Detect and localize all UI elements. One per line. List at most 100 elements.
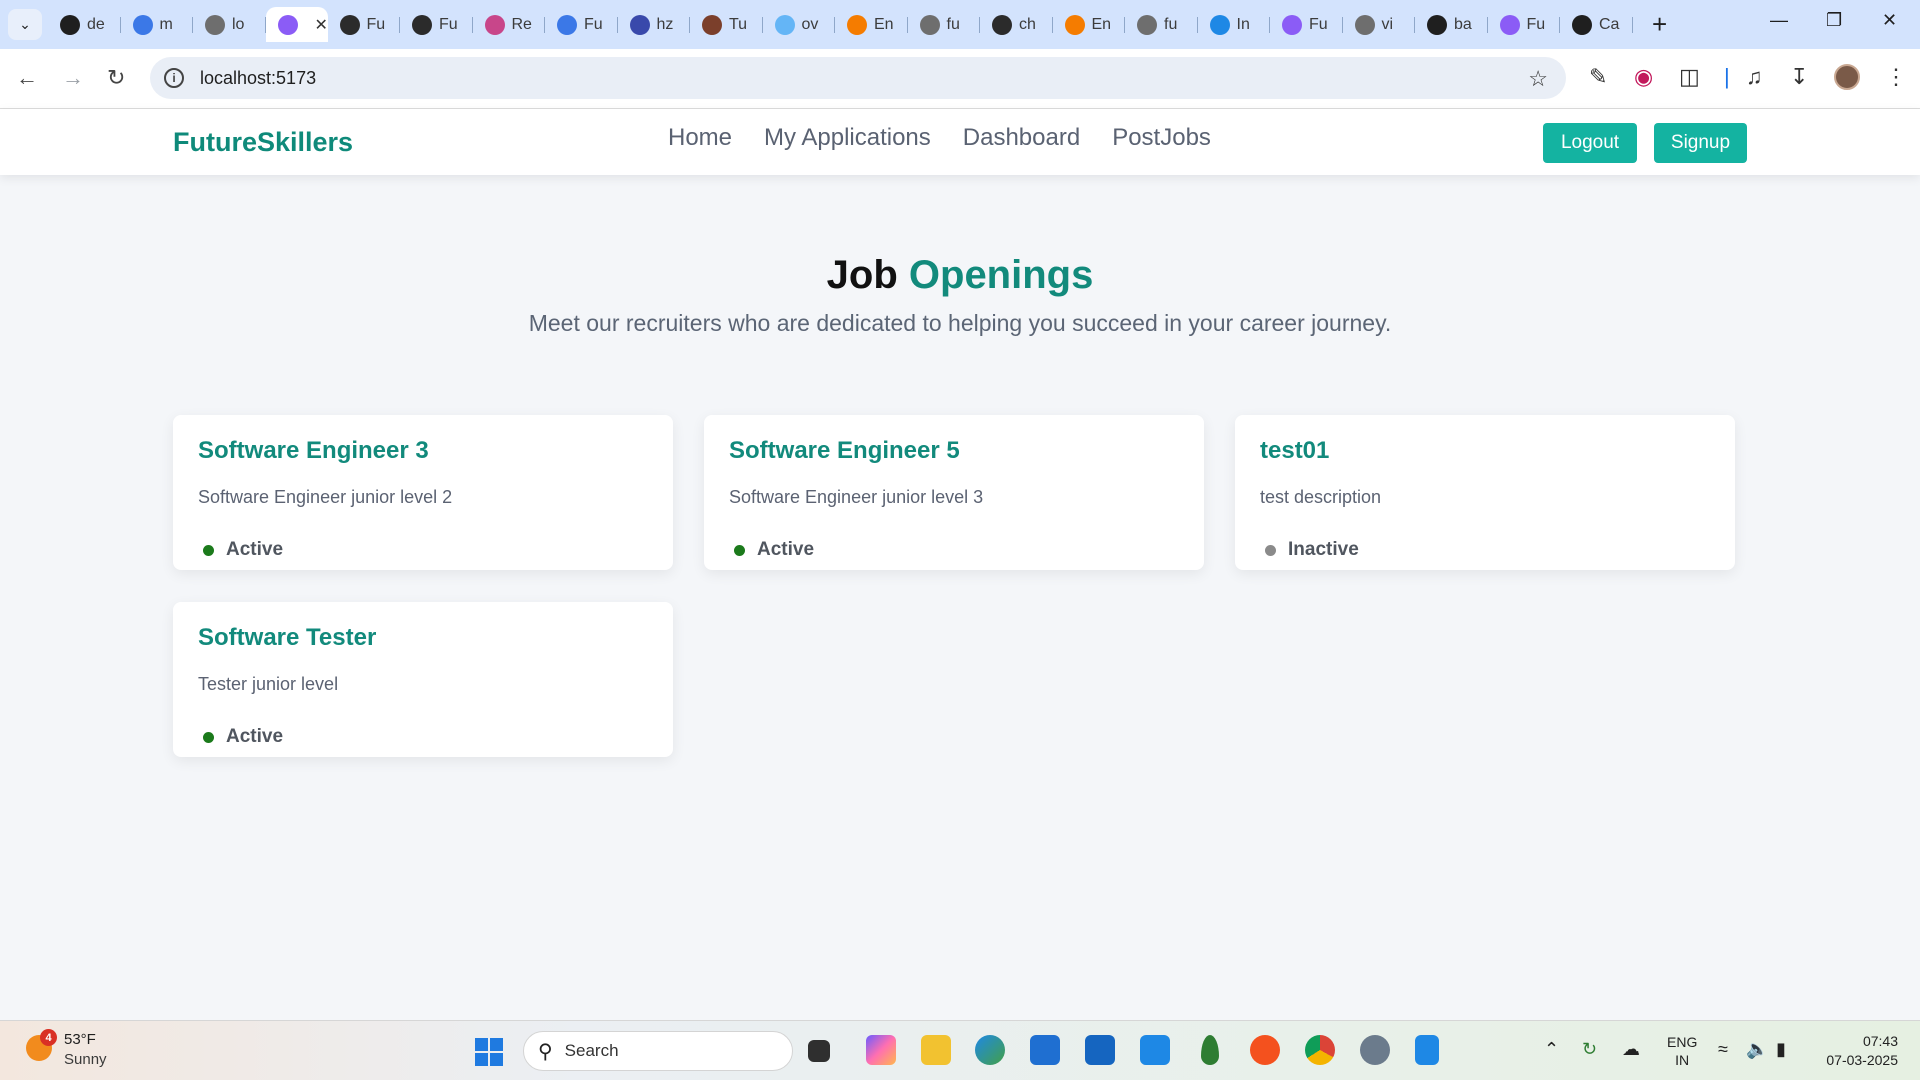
browser-tab[interactable]: Fu	[1488, 7, 1561, 42]
menu-kebab-icon[interactable]: ⋮	[1885, 64, 1907, 90]
browser-tab[interactable]: Fu	[1270, 7, 1343, 42]
taskbar-search[interactable]: ⚲ Search	[523, 1031, 793, 1071]
browser-tab[interactable]: ba	[1415, 7, 1488, 42]
language-indicator[interactable]: ENG IN	[1667, 1033, 1697, 1069]
onedrive-cloud-icon[interactable]: ☁	[1622, 1039, 1640, 1060]
brand-logo[interactable]: FutureSkillers	[173, 127, 353, 158]
tab-search-button[interactable]: ⌄	[8, 9, 42, 40]
close-window-button[interactable]: ✕	[1882, 10, 1897, 31]
file-explorer-icon[interactable]	[921, 1035, 951, 1065]
browser-tab[interactable]: En	[835, 7, 908, 42]
job-title[interactable]: test01	[1260, 437, 1329, 465]
copilot-icon[interactable]	[866, 1035, 896, 1065]
tab-label: m	[159, 15, 173, 33]
status-dot-icon	[734, 544, 745, 556]
tab-label: En	[1091, 15, 1112, 33]
clock-time: 07:43	[1862, 1033, 1898, 1049]
system-clock[interactable]: 07:43 07-03-2025	[1818, 1032, 1898, 1070]
browser-tab[interactable]: de	[48, 7, 121, 42]
globe-icon	[1354, 14, 1375, 35]
job-card[interactable]: test01 test description Inactive	[1235, 415, 1735, 570]
signup-button[interactable]: Signup	[1654, 123, 1747, 163]
eyedropper-icon[interactable]: ✎	[1589, 64, 1607, 90]
chrome-icon[interactable]	[1305, 1035, 1335, 1065]
browser-tab[interactable]: fu	[908, 7, 981, 42]
nav-link-my-applications[interactable]: My Applications	[764, 124, 931, 152]
download-icon[interactable]: ↧	[1790, 64, 1808, 90]
nav-link-home[interactable]: Home	[668, 124, 732, 152]
weather-condition[interactable]: Sunny	[64, 1051, 107, 1068]
minimize-button[interactable]: —	[1770, 10, 1788, 31]
battery-icon[interactable]: ▮	[1776, 1039, 1786, 1060]
restore-button[interactable]: ❐	[1826, 10, 1842, 31]
job-title[interactable]: Software Engineer 5	[729, 437, 960, 465]
globe-icon	[1137, 14, 1157, 35]
close-tab-icon[interactable]: ✕	[315, 15, 328, 35]
browser-tab[interactable]: Fu	[400, 7, 473, 42]
outlook-icon[interactable]	[1085, 1035, 1115, 1065]
browser-tab[interactable]: Ca	[1560, 7, 1633, 42]
browser-tab[interactable]: ch	[980, 7, 1053, 42]
status-label: Active	[226, 726, 284, 747]
vscode-icon[interactable]	[1140, 1035, 1170, 1065]
browser-tab[interactable]: In	[1198, 7, 1271, 42]
site-info-icon[interactable]: i	[164, 68, 184, 88]
cloud-icon	[774, 14, 795, 35]
page-subtitle: Meet our recruiters who are dedicated to…	[528, 310, 1392, 336]
color-extension-icon[interactable]: ◉	[1634, 64, 1653, 90]
volume-icon[interactable]: 🔈	[1746, 1039, 1768, 1060]
browser-tab[interactable]: m	[121, 7, 194, 42]
nav-link-postjobs[interactable]: PostJobs	[1112, 124, 1211, 152]
page-title: Job Openings	[0, 253, 1920, 298]
weather-temp[interactable]: 53°F	[64, 1031, 96, 1048]
logout-button[interactable]: Logout	[1543, 123, 1637, 163]
browser-tab[interactable]: Fu	[545, 7, 618, 42]
docs-icon	[557, 14, 577, 35]
browser-tab[interactable]: lo	[193, 7, 266, 42]
orange-icon	[1064, 14, 1085, 35]
sync-icon[interactable]: ↻	[1582, 1039, 1597, 1060]
store-icon[interactable]	[1030, 1035, 1060, 1065]
browser-tab[interactable]: ov	[763, 7, 836, 42]
browser-tab[interactable]: fu	[1125, 7, 1198, 42]
edge-icon[interactable]	[975, 1035, 1005, 1065]
browser-tab[interactable]: Re	[473, 7, 546, 42]
job-title[interactable]: Software Engineer 3	[198, 437, 429, 465]
job-card[interactable]: Software Engineer 5 Software Engineer ju…	[704, 415, 1204, 570]
job-title[interactable]: Software Tester	[198, 624, 376, 652]
wifi-icon[interactable]: ≈	[1718, 1039, 1728, 1060]
url-text[interactable]: localhost:5173	[200, 68, 316, 89]
job-card[interactable]: Software Tester Tester junior level Acti…	[173, 602, 673, 757]
browser-tab[interactable]: Tu	[690, 7, 763, 42]
chevron-up-icon[interactable]: ⌃	[1544, 1039, 1559, 1060]
nav-link-dashboard[interactable]: Dashboard	[963, 124, 1080, 152]
new-tab-button[interactable]: +	[1652, 10, 1667, 38]
vite-icon	[277, 14, 298, 35]
browser-tab[interactable]: ✕	[265, 7, 328, 42]
browser-toolbar: ← → ↻ i localhost:5173 ☆ ✎ ◉ ◫ | ♫ ↧ ⋮	[0, 49, 1920, 109]
notepad-icon[interactable]	[1415, 1035, 1439, 1065]
reload-icon[interactable]: ↻	[107, 65, 125, 91]
job-card[interactable]: Software Engineer 3 Software Engineer ju…	[173, 415, 673, 570]
profile-avatar[interactable]	[1834, 64, 1860, 90]
task-view-icon[interactable]	[808, 1040, 830, 1062]
github-icon	[60, 14, 80, 35]
forward-arrow-icon[interactable]: →	[62, 65, 84, 91]
browser-tab[interactable]: hz	[618, 7, 691, 42]
browser-tab[interactable]: Fu	[328, 7, 401, 42]
is-icon	[1209, 14, 1230, 35]
bookmark-star-icon[interactable]: ☆	[1528, 66, 1548, 92]
media-control-icon[interactable]: ♫	[1746, 64, 1763, 90]
address-bar[interactable]: i localhost:5173 ☆	[150, 57, 1566, 99]
orange-icon	[847, 14, 867, 35]
windows-start-icon[interactable]	[475, 1038, 503, 1066]
chevron-down-icon: ⌄	[19, 16, 31, 32]
postman-icon[interactable]	[1250, 1035, 1280, 1065]
back-arrow-icon[interactable]: ←	[16, 65, 38, 91]
browser-tab[interactable]: vi	[1343, 7, 1416, 42]
status-label: Inactive	[1288, 539, 1359, 560]
settings-gear-icon[interactable]	[1360, 1035, 1390, 1065]
extensions-icon[interactable]: ◫	[1679, 64, 1700, 90]
mongodb-icon[interactable]	[1201, 1035, 1219, 1065]
browser-tab[interactable]: En	[1053, 7, 1126, 42]
